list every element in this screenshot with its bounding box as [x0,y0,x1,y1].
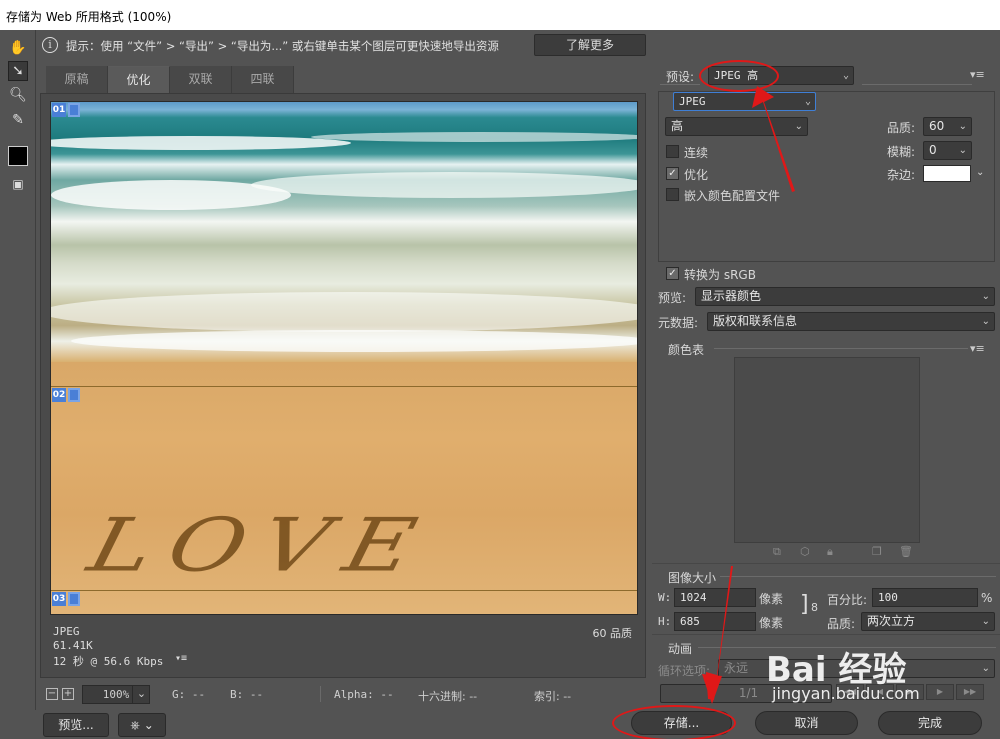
annotation-arrows [702,86,795,704]
baidu-watermark-url: jingyan.baidu.com [772,684,920,703]
